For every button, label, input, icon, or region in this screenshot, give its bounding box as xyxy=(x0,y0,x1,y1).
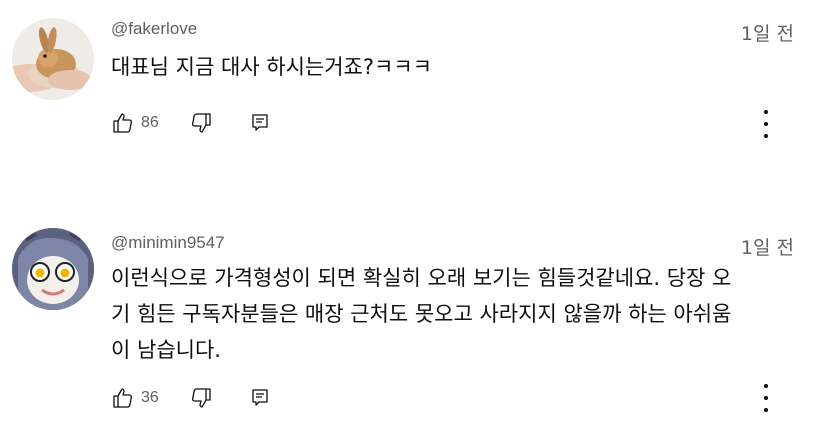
more-dot xyxy=(764,134,768,138)
thumbs-down-icon xyxy=(191,388,211,408)
reply-icon xyxy=(252,114,268,131)
cartoon-face-avatar-icon xyxy=(12,228,94,310)
comment-timestamp[interactable]: 1일 전 xyxy=(741,233,794,260)
more-vertical-icon xyxy=(764,110,768,114)
comment-actions: 86 xyxy=(111,108,271,138)
reply-button[interactable] xyxy=(249,112,271,134)
more-dot xyxy=(764,396,768,400)
comment-text-line: 이 남습니다. xyxy=(111,338,221,362)
rabbit-avatar-icon xyxy=(12,18,94,100)
comment-text: 대표님 지금 대사 하시는거죠?ㅋㅋㅋ xyxy=(111,55,432,79)
like-button[interactable]: 86 xyxy=(111,111,159,135)
dislike-button[interactable] xyxy=(189,111,213,135)
thumbs-up-icon xyxy=(113,388,132,408)
comment-actions: 36 xyxy=(111,383,271,413)
avatar[interactable] xyxy=(12,228,94,310)
comment-text-line: 이런식으로 가격형성이 되면 확실히 오래 보기는 힘들것같네요. 당장 오 xyxy=(111,266,732,290)
comment-author[interactable]: @fakerlove xyxy=(111,19,197,39)
more-options-button[interactable] xyxy=(756,380,776,416)
like-button[interactable]: 36 xyxy=(111,386,159,410)
more-options-button[interactable] xyxy=(756,106,776,142)
comment-author[interactable]: @minimin9547 xyxy=(111,233,225,253)
more-dot xyxy=(764,408,768,412)
comment: @fakerlove 1일 전 대표님 지금 대사 하시는거죠?ㅋㅋㅋ 86 xyxy=(0,0,826,200)
dislike-button[interactable] xyxy=(189,386,213,410)
avatar[interactable] xyxy=(12,18,94,100)
like-count: 86 xyxy=(141,114,159,131)
like-count: 36 xyxy=(141,389,159,406)
comment-timestamp[interactable]: 1일 전 xyxy=(741,19,794,46)
comment: @minimin9547 1일 전 이런식으로 가격형성이 되면 확실히 오래 … xyxy=(0,200,826,441)
reply-button[interactable] xyxy=(249,387,271,409)
reply-icon xyxy=(252,389,268,406)
comment-text: 이런식으로 가격형성이 되면 확실히 오래 보기는 힘들것같네요. 당장 오 기… xyxy=(111,260,801,368)
more-dot xyxy=(764,122,768,126)
thumbs-down-icon xyxy=(191,113,211,133)
comment-text-line: 기 힘든 구독자분들은 매장 근처도 못오고 사라지지 않을까 하는 아쉬움 xyxy=(111,302,732,326)
thumbs-up-icon xyxy=(113,113,132,133)
more-vertical-icon xyxy=(764,384,768,388)
